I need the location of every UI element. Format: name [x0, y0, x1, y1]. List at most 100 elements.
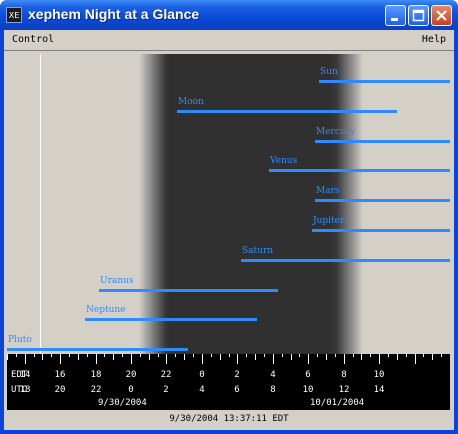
planet-label-mars: Mars	[316, 186, 340, 196]
scale-tick	[237, 354, 238, 364]
scale-tick	[220, 354, 221, 360]
scale-tick	[299, 354, 300, 357]
scale-tick	[193, 354, 194, 357]
scale-tick	[42, 354, 43, 360]
scale-tick	[96, 354, 97, 364]
scale-tick	[7, 354, 8, 360]
scale-tick	[16, 354, 17, 357]
current-time-marker	[40, 54, 41, 354]
scale-tick	[175, 354, 176, 357]
scale-tick	[415, 354, 416, 364]
scale-tick	[379, 354, 380, 364]
edt-tick-label: 14	[19, 370, 31, 380]
scale-tick	[273, 354, 274, 364]
scale-tick	[423, 354, 424, 357]
scale-tick	[104, 354, 105, 357]
planet-bar-moon	[177, 110, 397, 113]
scale-tick	[291, 354, 292, 360]
scale-tick	[131, 354, 132, 364]
utc-tick-label: 8	[270, 385, 276, 395]
scale-tick	[158, 354, 159, 357]
scale-tick	[87, 354, 88, 357]
edt-tick-label: 0	[199, 370, 205, 380]
utc-tick-label: 12	[338, 385, 350, 395]
night-plot: Sun Moon Mercury Venus Mars Jupiter Saturn Uran…	[7, 54, 450, 354]
scale-tick	[370, 354, 371, 357]
utc-tick-label: 0	[128, 385, 134, 395]
utc-tick-label: 18	[19, 385, 31, 395]
scale-tick	[229, 354, 230, 357]
planet-bar-mars	[315, 199, 450, 202]
night-shading	[139, 54, 363, 354]
planet-bar-jupiter	[312, 229, 450, 232]
edt-tick-label: 2	[234, 370, 240, 380]
minimize-button[interactable]	[385, 5, 406, 26]
menu-bar: Control Help	[4, 30, 454, 51]
scale-tick	[282, 354, 283, 357]
close-button[interactable]	[431, 5, 452, 26]
scale-tick	[308, 354, 309, 364]
scale-tick	[34, 354, 35, 357]
scale-tick	[246, 354, 247, 357]
scale-tick	[140, 354, 141, 357]
utc-tick-label: 10	[302, 385, 314, 395]
edt-tick-label: 20	[125, 370, 137, 380]
edt-tick-label: 8	[341, 370, 347, 380]
app-window: XE xephem Night at a Glance Control Help…	[0, 0, 458, 434]
scale-tick	[361, 354, 362, 360]
edt-tick-label: 10	[373, 370, 385, 380]
planet-label-pluto: Pluto	[8, 335, 32, 345]
status-datetime: 9/30/2004 13:37:11 EDT	[169, 414, 289, 424]
scale-tick	[255, 354, 256, 360]
date-left: 9/30/2004	[98, 398, 147, 408]
title-bar[interactable]: XE xephem Night at a Glance	[0, 0, 458, 30]
scale-tick	[69, 354, 70, 357]
planet-label-sun: Sun	[320, 67, 338, 77]
planet-label-saturn: Saturn	[242, 246, 274, 256]
utc-tick-label: 14	[373, 385, 385, 395]
scale-tick	[344, 354, 345, 364]
planet-bar-uranus	[99, 289, 278, 292]
planet-bar-sun	[319, 80, 450, 83]
scale-tick	[397, 354, 398, 360]
planet-bar-mercury	[315, 140, 450, 143]
scale-tick	[211, 354, 212, 357]
time-scale: EDT UTC 9/30/2004 10/01/2004 14 18 16 20 18 2…	[7, 354, 450, 410]
scale-tick	[184, 354, 185, 360]
menu-help[interactable]: Help	[422, 34, 446, 45]
utc-tick-label: 2	[163, 385, 169, 395]
planet-label-jupiter: Jupiter	[313, 216, 345, 226]
scale-tick	[78, 354, 79, 360]
planet-bar-venus	[269, 169, 450, 172]
scale-tick	[122, 354, 123, 357]
scale-tick	[51, 354, 52, 357]
utc-tick-label: 6	[234, 385, 240, 395]
window-title: xephem Night at a Glance	[28, 6, 200, 22]
edt-tick-label: 16	[54, 370, 66, 380]
scale-tick	[441, 354, 442, 357]
edt-tick-label: 4	[270, 370, 276, 380]
xephem-app-icon[interactable]: XE	[6, 7, 22, 23]
scale-tick	[25, 354, 26, 364]
maximize-button[interactable]	[408, 5, 429, 26]
edt-tick-label: 18	[90, 370, 102, 380]
menu-control[interactable]: Control	[12, 34, 54, 45]
edt-tick-label: 22	[160, 370, 172, 380]
scale-tick	[60, 354, 61, 364]
planet-label-neptune: Neptune	[86, 305, 126, 315]
scale-tick	[353, 354, 354, 357]
scale-tick	[166, 354, 167, 364]
scale-tick	[113, 354, 114, 360]
date-right: 10/01/2004	[310, 398, 365, 408]
edt-tick-label: 6	[305, 370, 311, 380]
scale-tick	[326, 354, 327, 360]
planet-label-uranus: Uranus	[100, 276, 134, 286]
scale-tick	[202, 354, 203, 364]
scale-tick	[264, 354, 265, 357]
planet-label-venus: Venus	[270, 156, 298, 166]
scale-tick	[149, 354, 150, 360]
utc-tick-label: 22	[90, 385, 102, 395]
scale-tick	[406, 354, 407, 357]
close-icon	[436, 10, 447, 21]
utc-tick-label: 4	[199, 385, 205, 395]
